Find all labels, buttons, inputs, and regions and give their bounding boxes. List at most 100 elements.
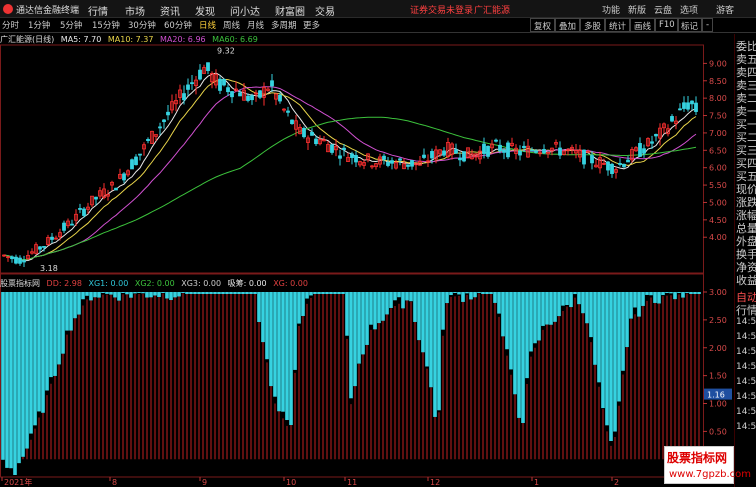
indicator-cyan-bar: [9, 292, 13, 469]
indicator-axis-label: 2.50: [709, 316, 727, 325]
indicator-value-label: 1.16: [707, 391, 725, 400]
indicator-cyan-bar: [181, 292, 185, 293]
indicator-cyan-bar: [265, 292, 269, 360]
tick-time: 14:56: [736, 377, 756, 387]
indicator-cyan-bar: [281, 292, 285, 412]
date-axis-label: 8: [112, 478, 117, 487]
candle-body: [62, 222, 66, 231]
indicator-cyan-bar: [553, 292, 557, 322]
indicator-cyan-bar: [41, 292, 45, 413]
indicator-cyan-bar: [305, 292, 309, 299]
indicator-cyan-bar: [685, 292, 689, 293]
candle-body: [618, 163, 622, 165]
indicator-cyan-bar: [13, 292, 17, 475]
candle-body: [642, 148, 646, 154]
candle-body: [342, 147, 346, 150]
candle-body: [534, 150, 538, 153]
indicator-cyan-bar: [317, 292, 321, 294]
indicator-cyan-bar: [313, 292, 317, 294]
indicator-cyan-bar: [185, 292, 189, 294]
candle-body: [462, 151, 466, 162]
indicator-cyan-bar: [161, 292, 165, 293]
indicator-cyan-bar: [225, 292, 229, 294]
indicator-cyan-bar: [417, 292, 421, 341]
indicator-cyan-bar: [425, 292, 429, 367]
candle-body: [558, 147, 562, 156]
price-axis-label: 8.50: [709, 77, 727, 86]
indicator-cyan-bar: [201, 292, 205, 294]
indicator-cyan-bar: [221, 292, 225, 294]
candle-body: [158, 126, 162, 129]
indicator-axis-label: 0.50: [709, 427, 727, 436]
candle-body: [134, 156, 138, 166]
candle-body: [206, 62, 210, 72]
tick-time: 14:56: [736, 362, 756, 372]
indicator-cyan-bar: [609, 292, 613, 442]
indicator-cyan-bar: [245, 292, 249, 294]
chart-grid: [0, 44, 704, 478]
indicator-cyan-bar: [673, 292, 677, 300]
indicator-axis-label: 3.00: [709, 288, 727, 297]
watermark-badge: 股票指标网 www.7gpzb.com: [664, 446, 751, 484]
tick-time: 14:56: [736, 422, 756, 432]
ma5-label: MA5: 7.70: [60, 35, 102, 44]
indicator-cyan-bar: [105, 292, 109, 294]
indicator-cyan-bar: [629, 292, 633, 319]
indicator-cyan-bar: [489, 292, 493, 294]
indicator-cyan-bar: [233, 292, 237, 294]
candle-body: [78, 208, 82, 210]
indicator-cyan-bar: [677, 292, 681, 293]
candle-body: [542, 148, 546, 154]
indicator-cyan-bar: [241, 292, 245, 294]
price-axis-label: 9.00: [709, 59, 727, 68]
candle-body: [166, 111, 170, 116]
candle-body: [590, 155, 594, 164]
price-axis-label: 5.50: [709, 181, 727, 190]
candle-body: [430, 151, 434, 159]
indicator-cyan-bar: [521, 292, 525, 423]
indicator-cyan-bar: [653, 292, 657, 303]
indicator-cyan-bar: [97, 292, 101, 298]
tick-time: 14:56: [736, 347, 756, 357]
indicator-cyan-bar: [481, 292, 485, 294]
candle-body: [70, 223, 74, 226]
candle-body: [406, 164, 410, 167]
candle-body: [422, 154, 426, 158]
indicator-cyan-bar: [169, 292, 173, 301]
candle-body: [686, 102, 690, 110]
indicator-cyan-bar: [525, 292, 529, 379]
candle-body: [454, 149, 458, 154]
indicator-cyan-bar: [657, 292, 661, 304]
indicator-cyan-bar: [445, 292, 449, 304]
indicator-cyan-bar: [409, 292, 413, 302]
indicator-cyan-bar: [45, 292, 49, 391]
indicator-cyan-bar: [81, 292, 85, 300]
indicator-cyan-bar: [117, 292, 121, 301]
candle-body: [606, 161, 610, 171]
candle-body: [22, 260, 26, 263]
indicator-cyan-bar: [61, 292, 65, 354]
indicator-cyan-bar: [133, 292, 137, 294]
indicator-cyan-bar: [533, 292, 537, 344]
indicator-cyan-bar: [401, 292, 405, 309]
indicator-cyan-bar: [101, 292, 105, 293]
candle-body: [10, 256, 14, 260]
high-annotation: 9.32: [217, 47, 235, 56]
indicator-cyan-bar: [329, 292, 333, 294]
candle-body: [314, 138, 318, 145]
indicator-xg2: XG2: 0.00: [134, 279, 175, 288]
indicator-cyan-bar: [5, 292, 9, 468]
kline-chart[interactable]: 9.00 8.50 8.00 7.50 7.00 6.50 6.00 5.50 5.00 4.50…: [0, 0, 734, 487]
indicator-cyan-bar: [357, 292, 361, 364]
indicator-cyan-bar: [565, 292, 569, 305]
indicator-cyan-bar: [289, 292, 293, 426]
indicator-cyan-bar: [469, 292, 473, 300]
indicator-axis-label: 2.00: [709, 344, 727, 353]
indicator-cyan-bar: [601, 292, 605, 409]
candle-body: [398, 158, 402, 161]
indicator-cyan-bar: [213, 292, 217, 294]
candle-body: [610, 163, 614, 174]
candle-body: [626, 159, 630, 163]
candlesticks: [2, 62, 698, 267]
ma-legend: 广汇能源(日线) MA5: 7.70 MA10: 7.37 MA20: 6.96…: [0, 34, 262, 46]
